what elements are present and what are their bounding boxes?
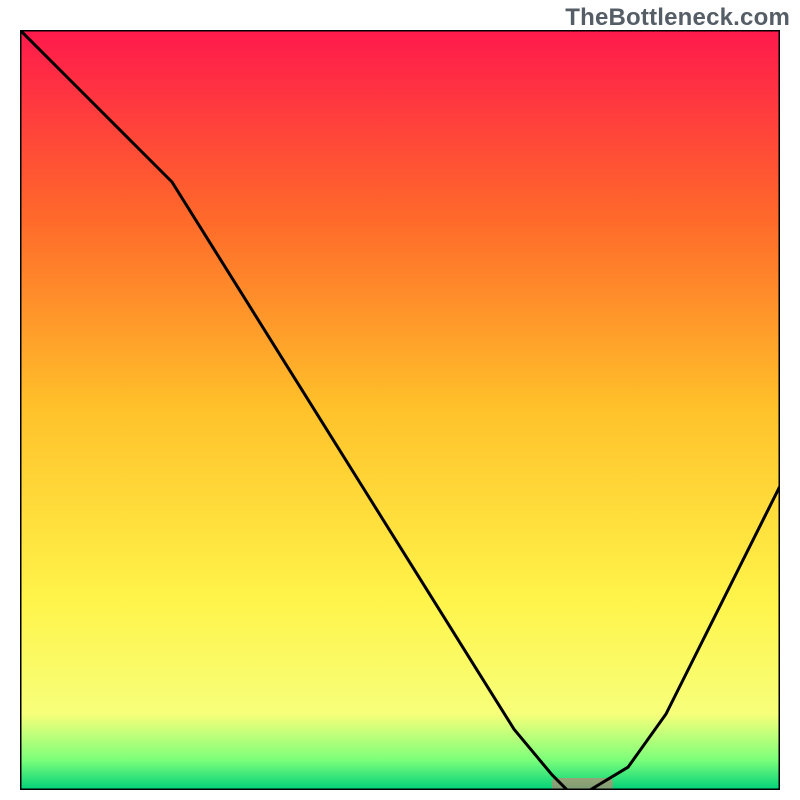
chart-svg	[20, 30, 780, 790]
plot-area	[20, 30, 780, 790]
watermark-text: TheBottleneck.com	[565, 4, 790, 32]
chart-stage: TheBottleneck.com	[0, 0, 800, 800]
